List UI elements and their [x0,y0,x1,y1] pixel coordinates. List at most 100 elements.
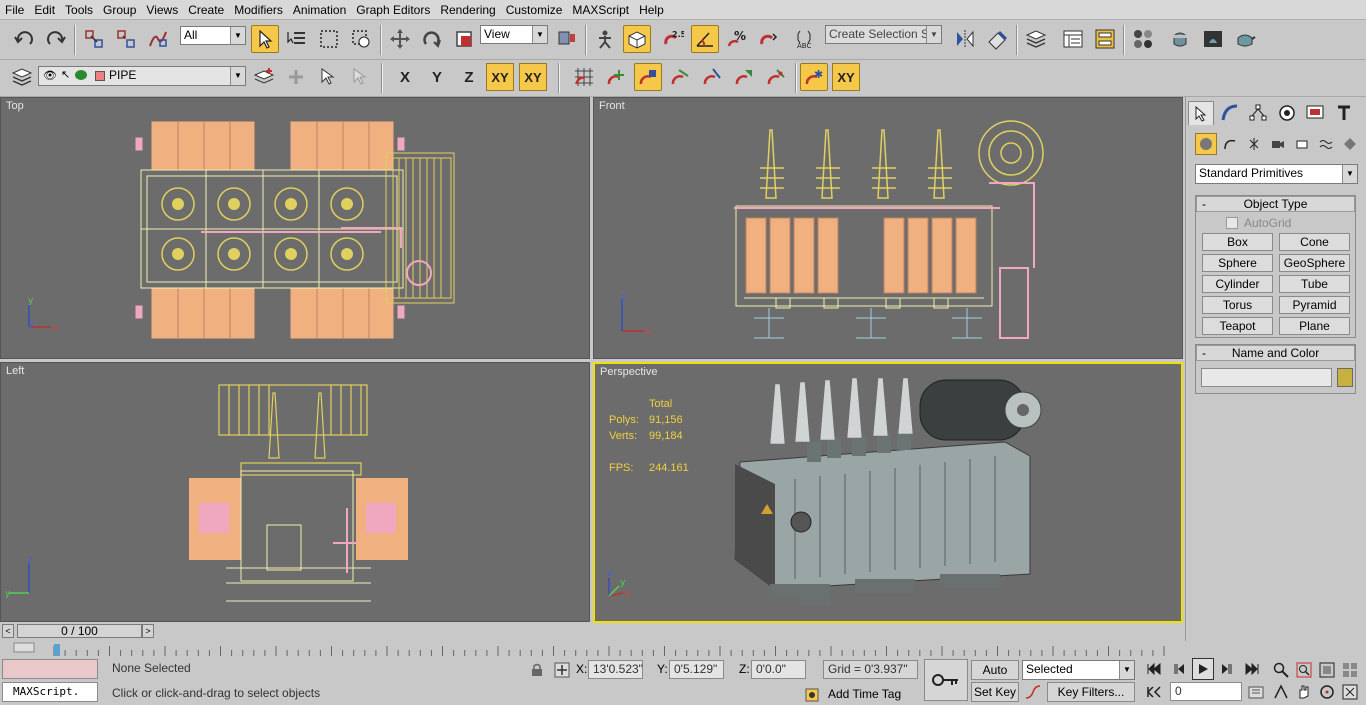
selection-filter-dropdown[interactable]: All ▼ [180,26,246,45]
menu-tools[interactable]: Tools [60,0,98,20]
sphere-button[interactable]: Sphere [1202,254,1273,272]
hierarchy-tab-icon[interactable] [1245,101,1271,125]
set-keys-key-icon[interactable] [924,659,968,701]
next-frame-arrow[interactable]: > [142,624,154,638]
unlink-selection-icon[interactable] [112,25,140,53]
angle-snap-icon[interactable] [691,25,719,53]
zoom-extents-icon[interactable] [1316,659,1338,681]
time-configuration-icon[interactable] [1245,681,1267,703]
menu-customize[interactable]: Customize [501,0,568,20]
go-to-end-icon[interactable] [1241,658,1263,680]
spinner-snap-icon[interactable] [755,25,783,53]
curve-editor-icon[interactable] [1059,25,1087,53]
play-icon[interactable] [1192,658,1214,680]
viewport-left[interactable]: Left zy [0,362,590,622]
pyramid-button[interactable]: Pyramid [1279,296,1350,314]
key-mode-toggle-icon[interactable] [1143,681,1165,703]
field-of-view-icon[interactable] [1270,681,1292,703]
render-setup-icon[interactable] [1166,25,1194,53]
menu-rendering[interactable]: Rendering [435,0,500,20]
x-coord-field[interactable]: 13'0.523" [588,660,643,679]
select-object-icon[interactable] [251,25,279,53]
maxscript-mini-listener[interactable]: MAXScript. [2,682,98,702]
autogrid-checkbox[interactable]: AutoGrid [1226,216,1291,230]
add-to-layer-icon[interactable] [282,63,310,91]
rendered-frame-window-icon[interactable] [1199,25,1227,53]
snap-options-icon[interactable]: ✱ [800,63,828,91]
key-filters-button[interactable]: Key Filters... [1047,682,1135,702]
select-and-manipulate-icon[interactable] [591,25,619,53]
layer-dropdown[interactable]: 👁 ↖ PIPE ▼ [38,66,246,86]
snap-endpoint-icon[interactable] [666,63,694,91]
z-coord-field[interactable]: 0'0.0" [751,660,806,679]
select-and-link-icon[interactable] [80,25,108,53]
motion-tab-icon[interactable] [1274,101,1300,125]
add-time-tag-label[interactable]: Add Time Tag [828,685,901,704]
previous-frame-arrow[interactable]: < [2,624,14,638]
undo-icon[interactable] [10,25,38,53]
axis-y-button[interactable]: Y [423,63,451,91]
zoom-extents-all-icon[interactable] [1339,659,1361,681]
y-coord-field[interactable]: 0'5.129" [669,660,724,679]
menu-maxscript[interactable]: MAXScript [567,0,634,20]
select-and-move-icon[interactable] [386,25,414,53]
go-to-start-icon[interactable] [1143,658,1165,680]
helpers-icon[interactable] [1291,133,1313,155]
cone-button[interactable]: Cone [1279,233,1350,251]
zoom-icon[interactable] [1270,659,1292,681]
cylinder-button[interactable]: Cylinder [1202,275,1273,293]
keyboard-shortcut-override-icon[interactable] [623,25,651,53]
layer-manager-icon[interactable] [1022,25,1050,53]
edit-named-selection-icon[interactable]: ABC [792,25,820,53]
cameras-icon[interactable] [1267,133,1289,155]
axis-z-button[interactable]: Z [455,63,483,91]
material-editor-icon[interactable] [1129,25,1157,53]
space-warps-icon[interactable] [1315,133,1337,155]
key-mode-dropdown[interactable]: Selected ▼ [1022,660,1135,680]
mirror-icon[interactable] [951,25,979,53]
select-in-layer-icon[interactable] [314,63,342,91]
menu-group[interactable]: Group [98,0,141,20]
menu-modifiers[interactable]: Modifiers [229,0,288,20]
layers-icon[interactable] [8,63,36,91]
menu-file[interactable]: File [0,0,29,20]
absolute-mode-transform-icon[interactable] [551,659,573,681]
object-type-header[interactable]: - Object Type [1196,196,1355,212]
modify-tab-icon[interactable] [1217,101,1243,125]
next-frame-icon[interactable] [1215,658,1237,680]
utilities-tab-icon[interactable] [1331,101,1357,125]
menu-views[interactable]: Views [141,0,183,20]
menu-graph-editors[interactable]: Graph Editors [351,0,435,20]
set-current-layer-icon[interactable] [346,63,374,91]
lights-icon[interactable] [1243,133,1265,155]
set-key-button[interactable]: Set Key [971,682,1019,702]
schematic-view-icon[interactable] [1091,25,1119,53]
time-slider-thumb[interactable]: 0 / 100 [17,624,142,638]
teapot-button[interactable]: Teapot [1202,317,1273,335]
snap-edge-icon[interactable] [698,63,726,91]
viewport-perspective[interactable]: Perspective Total Polys: 91,156 Verts: 99,… [593,362,1183,623]
time-tag-icon[interactable] [801,684,823,705]
select-and-scale-icon[interactable] [450,25,478,53]
create-new-layer-icon[interactable] [250,63,278,91]
axis-xy-button[interactable]: XY [486,63,514,91]
select-and-rotate-icon[interactable] [418,25,446,53]
display-tab-icon[interactable] [1302,101,1328,125]
orbit-icon[interactable] [1316,681,1338,703]
name-and-color-header[interactable]: - Name and Color [1196,345,1355,361]
snap-face-icon[interactable] [730,63,758,91]
geosphere-button[interactable]: GeoSphere [1279,254,1350,272]
shapes-icon[interactable] [1219,133,1241,155]
percent-snap-icon[interactable]: % [723,25,751,53]
menu-edit[interactable]: Edit [29,0,60,20]
axis-xy-cycle-button[interactable]: XY [519,63,547,91]
auto-key-button[interactable]: Auto Key [971,660,1019,695]
create-tab-icon[interactable] [1188,101,1214,125]
track-bar[interactable] [2,641,1366,657]
current-frame-field[interactable]: 0 [1170,682,1242,701]
bind-to-space-warp-icon[interactable] [144,25,172,53]
window-crossing-icon[interactable] [347,25,375,53]
default-tangent-icon[interactable] [1022,681,1044,703]
tube-button[interactable]: Tube [1279,275,1350,293]
reference-coordinate-dropdown[interactable]: View ▼ [480,25,548,44]
